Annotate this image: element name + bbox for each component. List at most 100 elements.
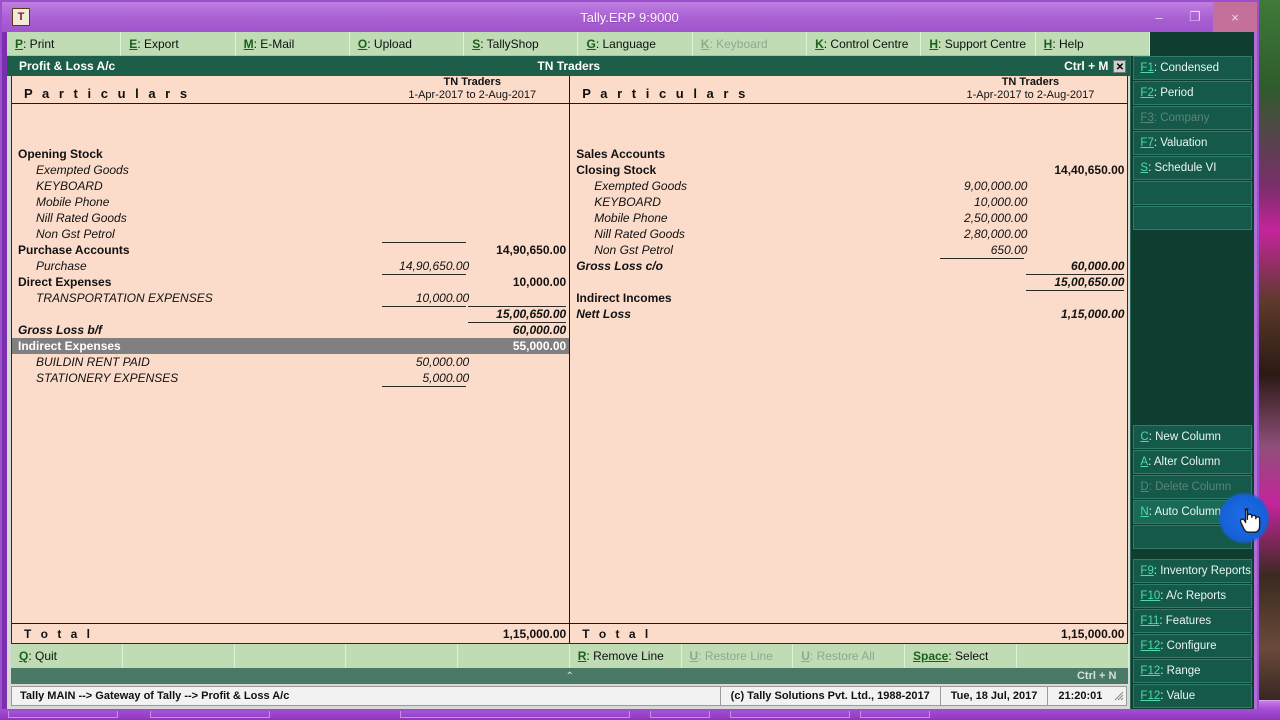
report-row[interactable]: KEYBOARD [12,178,569,194]
toolbar-button-support-centre[interactable]: H: Support Centre [921,32,1036,56]
report-row-subamount: 5,000.00 [422,371,470,385]
report-row[interactable]: TRANSPORTATION EXPENSES 10,000.00 [12,290,569,306]
toolbar-button-e-mail[interactable]: M: E-Mail [235,32,350,56]
toolbar-button-export[interactable]: E: Export [121,32,236,56]
toolbar-button-key: H [929,36,939,51]
report-row[interactable]: 15,00,650.00 [570,274,1127,290]
report-row-amount: 60,000.00 [512,323,567,337]
report-column-right: P a r t i c u l a r s TN Traders 1-Apr-2… [570,76,1128,623]
report-row-label: BUILDIN RENT PAID [36,355,150,369]
toolbar-button-control-centre[interactable]: K: Control Centre [807,32,922,56]
toolbar-button-print[interactable]: P: Print [7,32,122,56]
sidebar-item-key: A [1140,456,1149,468]
chevron-up-icon[interactable]: ⌃ [11,671,1128,682]
resize-grip-icon[interactable] [1112,691,1126,702]
sidebar-item-valuation[interactable]: F7: Valuation [1133,131,1252,155]
sidebar-item-key: D [1140,481,1149,493]
report-body: P a r t i c u l a r s TN Traders 1-Apr-2… [11,76,1129,644]
report-row-label: Purchase Accounts [18,243,130,257]
report-close-icon[interactable]: ✕ [1113,59,1127,73]
report-row[interactable]: Gross Loss b/f 60,000.00 [12,322,569,338]
total-left: T o t a l 1,15,000.00 [12,624,571,643]
report-row[interactable]: STATIONERY EXPENSES 5,000.00 [12,370,569,386]
report-row-label: Non Gst Petrol [36,227,115,241]
amount-underline [1026,290,1125,291]
toolbar-button-label: : Control Centre [823,36,909,51]
report-row[interactable]: Mobile Phone [12,194,569,210]
title-bar[interactable]: T Tally.ERP 9:9000 – ❐ × [2,2,1257,32]
sidebar-item-features[interactable]: F11: Features [1133,609,1252,633]
sidebar-item-auto-column[interactable]: N: Auto Column [1133,500,1252,524]
sidebar-item-new-column[interactable]: C: New Column [1133,425,1252,449]
report-columns: P a r t i c u l a r s TN Traders 1-Apr-2… [12,76,1128,623]
report-row[interactable]: BUILDIN RENT PAID 50,000.00 [12,354,569,370]
report-row[interactable]: Direct Expenses 10,000.00 [12,274,569,290]
report-row[interactable]: Mobile Phone 2,50,000.00 [570,210,1127,226]
toolbar-button-key: K [700,36,710,51]
report-row-label: Indirect Incomes [576,291,672,305]
total-row: T o t a l 1,15,000.00 T o t a l 1,15,000… [12,623,1128,643]
report-row-label: Opening Stock [18,147,103,161]
bottom-button-remove-line[interactable]: R: Remove Line [569,644,682,668]
top-button-bar: P: Print E: Export M: E-Mail O: Upload S: Ta… [7,32,1254,56]
report-row[interactable]: Non Gst Petrol 650.00 [570,242,1127,258]
report-row[interactable]: Nill Rated Goods [12,210,569,226]
report-row[interactable]: Exempted Goods [12,162,569,178]
report-row[interactable]: Exempted Goods 9,00,000.00 [570,178,1127,194]
amount-underline [468,322,567,323]
report-row[interactable]: Non Gst Petrol [12,226,569,242]
report-rows-left: Opening Stock Exempted Goods KEYBOARD Mobil… [12,104,570,623]
report-row[interactable]: Gross Loss c/o 60,000.00 [570,258,1127,274]
report-row[interactable]: Purchase Accounts 14,90,650.00 [12,242,569,258]
report-row[interactable]: Nill Rated Goods 2,80,000.00 [570,226,1127,242]
sidebar-item-period[interactable]: F2: Period [1133,81,1252,105]
report-row-label: KEYBOARD [594,195,661,209]
sidebar-item-range[interactable]: F12: Range [1133,659,1252,683]
bottom-button-key: Space [913,649,949,663]
total-right: T o t a l 1,15,000.00 [570,624,1127,643]
tally-window: T Tally.ERP 9:9000 – ❐ × P: Print E: Expo… [0,0,1259,711]
sidebar-item-value[interactable]: F12: Value [1133,684,1252,708]
sidebar-item-empty [1133,181,1252,205]
bottom-button-quit[interactable]: Q: Quit [11,644,123,668]
sidebar-item-inventory-reports[interactable]: F9: Inventory Reports [1133,559,1252,583]
sidebar-item-alter-column[interactable]: A: Alter Column [1133,450,1252,474]
report-row[interactable]: Indirect Incomes [570,290,1127,306]
bottom-button-select[interactable]: Space: Select [905,644,1017,668]
report-company-name: TN Traders [537,59,601,73]
bottom-button-restore-line: U: Restore Line [681,644,794,668]
report-row[interactable]: KEYBOARD 10,000.00 [570,194,1127,210]
sidebar-item-schedule-vi[interactable]: S: Schedule VI [1133,156,1252,180]
report-row-label: Exempted Goods [36,163,129,177]
report-row[interactable]: Opening Stock [12,146,569,162]
sidebar-item-empty [1133,525,1252,549]
toolbar-button-label: : Language [595,36,656,51]
sidebar-item-key: F9 [1140,565,1154,577]
sidebar-item-condensed[interactable]: F1: Condensed [1133,56,1252,80]
report-row-label: STATIONERY EXPENSES [36,371,179,385]
toolbar-button-help[interactable]: H: Help [1035,32,1150,56]
report-row-subamount: 9,00,000.00 [964,179,1028,193]
screen: T Tally.ERP 9:9000 – ❐ × P: Print E: Expo… [0,0,1280,720]
report-row[interactable]: Closing Stock 14,40,650.00 [570,162,1127,178]
sidebar-item-label: : Period [1153,87,1194,99]
toolbar-button-label: : E-Mail [253,36,295,51]
status-date: Tue, 18 Jul, 2017 [939,687,1048,705]
sidebar-item-label: : Range [1160,665,1201,677]
report-row-label: Gross Loss c/o [576,259,663,273]
sidebar-item-configure[interactable]: F12: Configure [1133,634,1252,658]
report-row[interactable]: Purchase 14,90,650.00 [12,258,569,274]
report-row[interactable]: Nett Loss 1,15,000.00 [570,306,1127,322]
report-row-label: Exempted Goods [594,179,687,193]
toolbar-button-tallyshop[interactable]: S: TallyShop [464,32,579,56]
sidebar-item-key: F11 [1140,615,1160,627]
report-row[interactable]: 15,00,650.00 [12,306,569,322]
sidebar-item-a-c-reports[interactable]: F10: A/c Reports [1133,584,1252,608]
toolbar-button-label: : Support Centre [938,36,1027,51]
report-row[interactable]: Sales Accounts [570,146,1127,162]
toolbar-button-upload[interactable]: O: Upload [349,32,465,56]
bottom-button-restore-all: U: Restore All [793,644,905,668]
toolbar-button-language[interactable]: G: Language [578,32,693,56]
report-row[interactable]: Indirect Expenses 55,000.00 [12,338,570,354]
